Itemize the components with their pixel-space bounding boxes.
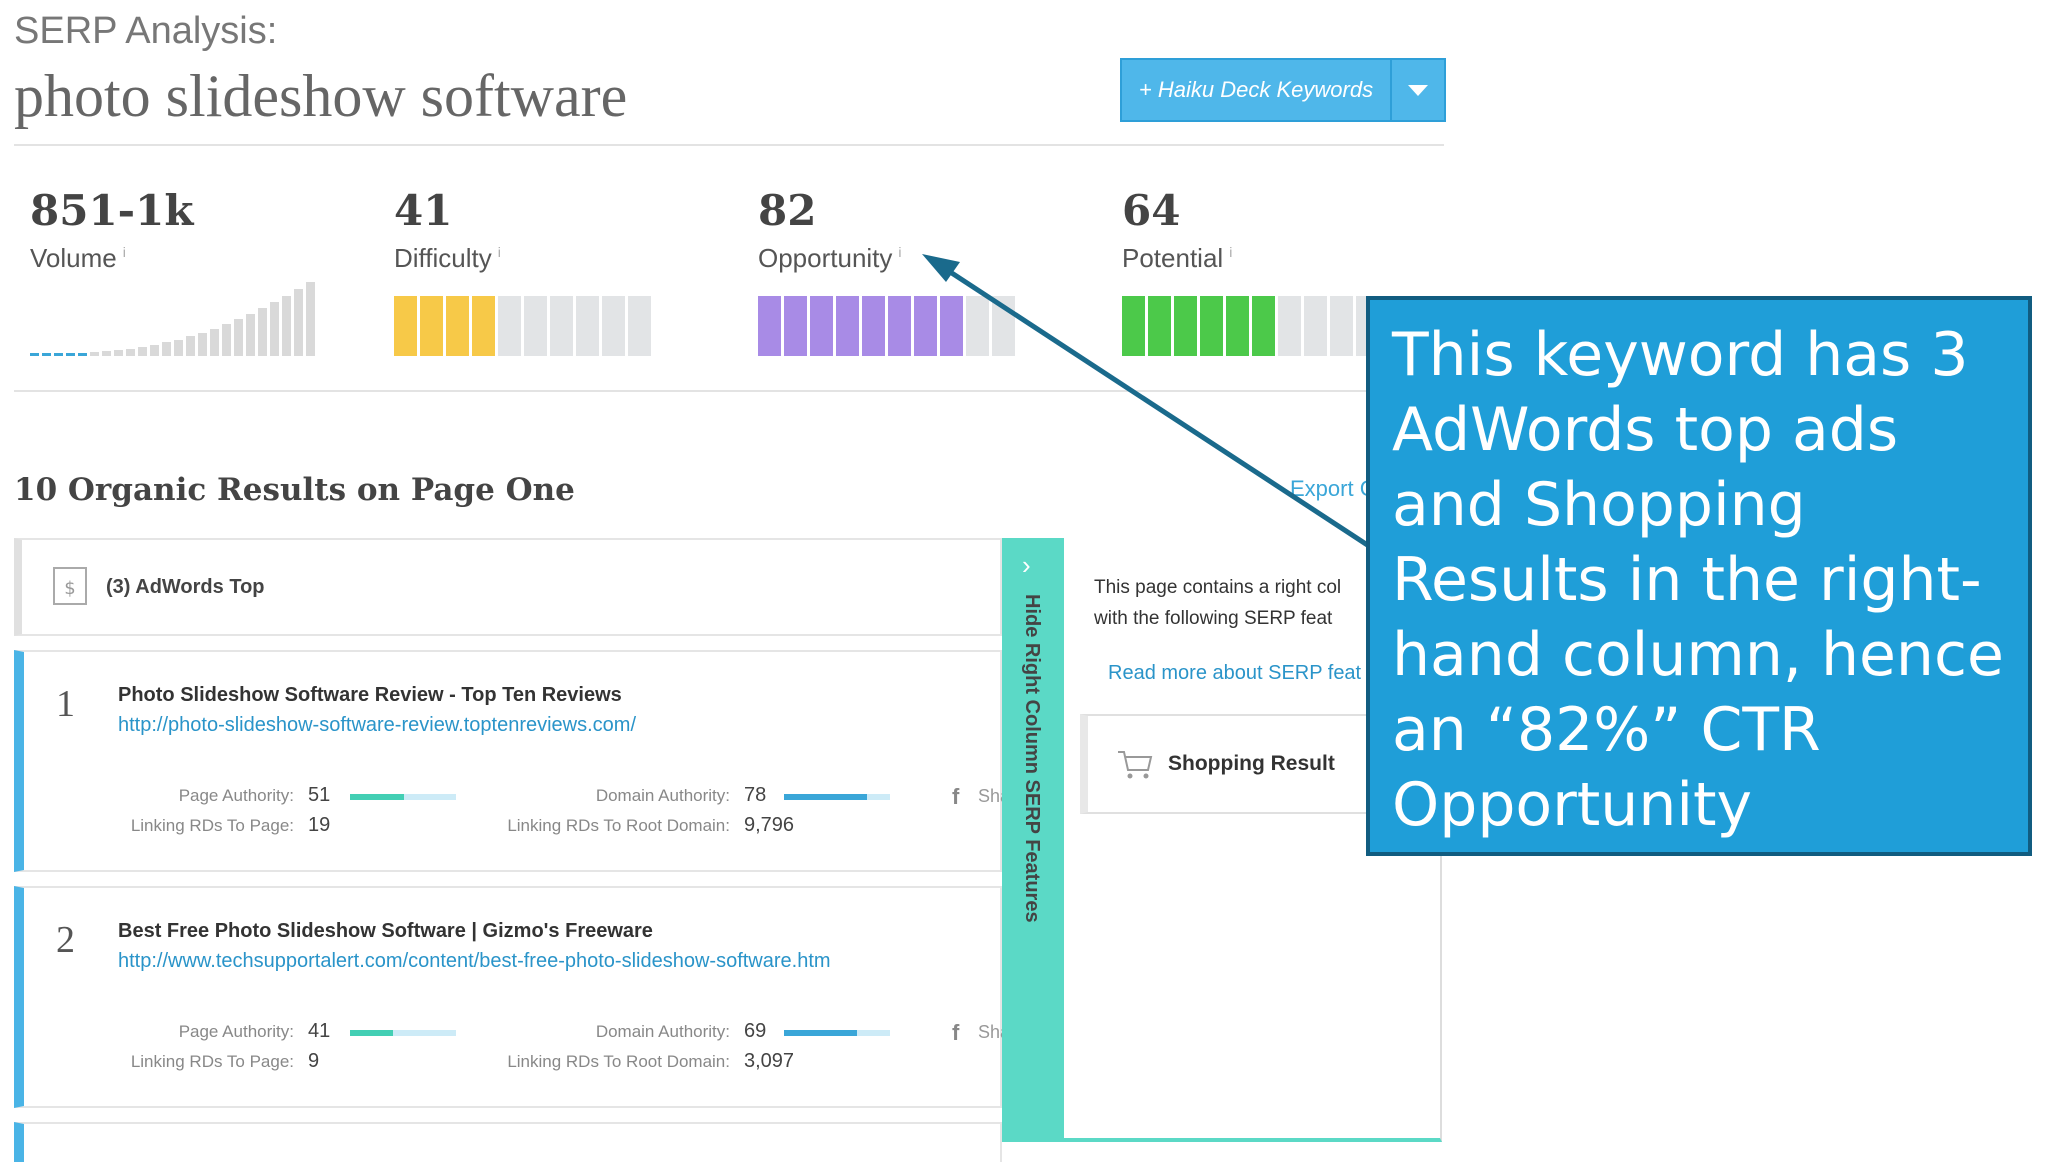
- callout-text: This keyword has 3 AdWords top ads and S…: [1392, 320, 2004, 840]
- callout-box: This keyword has 3 AdWords top ads and S…: [1366, 296, 2032, 856]
